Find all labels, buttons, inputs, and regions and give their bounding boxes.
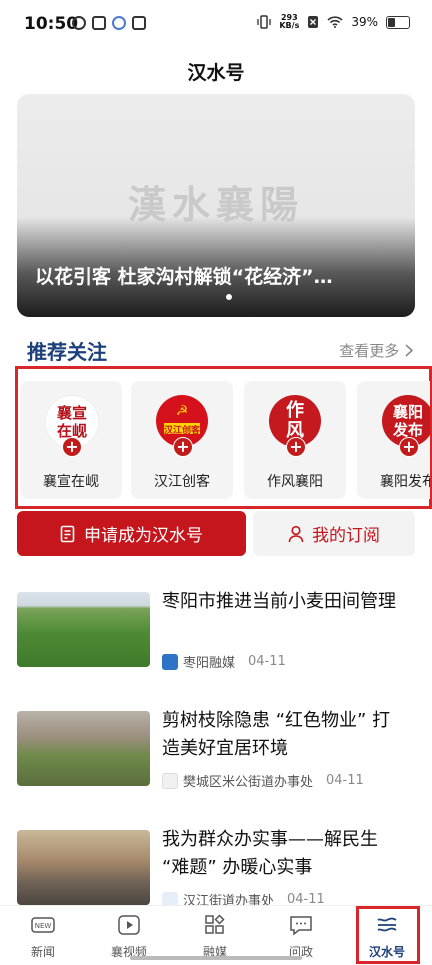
user-icon [288, 525, 304, 542]
follow-plus-icon[interactable]: + [286, 437, 306, 457]
battery-percent: 39% [351, 15, 378, 29]
chevron-right-icon [405, 344, 414, 357]
news-title: 我为群众办实事——解民生 “难题” 办暖心实事 [162, 829, 378, 878]
hero-banner[interactable]: 漢水襄陽 以花引客 杜家沟村解锁“花经济”… [17, 94, 415, 317]
no-sim-icon [308, 16, 319, 28]
app-notification-icon [132, 16, 146, 30]
wifi-icon [327, 16, 343, 28]
news-thumbnail [17, 830, 150, 905]
edit-document-icon [60, 525, 75, 542]
news-thumbnail [17, 592, 150, 667]
account-name: 襄阳发布 [380, 474, 430, 490]
home-indicator[interactable] [130, 956, 302, 960]
battery-icon [386, 15, 410, 29]
status-bar: 10:50 293 KB/s 39% [0, 0, 432, 50]
news-title: 枣阳市推进当前小麦田间管理 [162, 591, 396, 612]
account-name: 汉江创客 [154, 474, 210, 490]
follow-plus-icon[interactable]: + [173, 437, 193, 457]
avatar-text: 襄宣 在岘 [56, 404, 87, 440]
video-icon [118, 915, 140, 935]
account-card[interactable]: 襄宣 在岘 + 襄宣在岘 [20, 381, 122, 499]
news-title: 剪树枝除隐患 “红色物业” 打造美好宜居环境 [162, 710, 391, 759]
banner-title: 以花引客 杜家沟村解锁“花经济”… [35, 266, 333, 288]
my-subscriptions-button[interactable]: 我的订阅 [253, 511, 415, 556]
status-right: 293 KB/s 39% [257, 14, 410, 30]
grid-icon [205, 914, 225, 934]
net-speed-unit: KB/s [279, 21, 300, 30]
account-name: 襄宣在岘 [43, 474, 99, 490]
news-meta: 樊城区米公街道办事处 04-11 [162, 771, 364, 790]
news-item[interactable]: 枣阳市推进当前小麦田间管理 枣阳融媒 04-11 [17, 591, 415, 687]
source-logo-icon [162, 653, 178, 670]
recommend-carousel[interactable]: 襄宣 在岘 + 襄宣在岘 ☭ 汉江创客 + 汉江创客 作风 + 作风襄阳 襄阳 发布… [20, 381, 430, 499]
svg-text:☭: ☭ [176, 403, 189, 419]
notification-icons [72, 16, 146, 30]
account-name: 作风襄阳 [267, 474, 323, 490]
tab-video[interactable]: 襄视频 [94, 910, 164, 960]
apply-label: 申请成为汉水号 [84, 526, 203, 546]
news-item[interactable]: 剪树枝除隐患 “红色物业” 打造美好宜居环境 樊城区米公街道办事处 04-11 [17, 710, 415, 806]
status-time: 10:50 [24, 14, 79, 34]
tab-label: 新闻 [30, 945, 55, 959]
account-card[interactable]: ☭ 汉江创客 + 汉江创客 [131, 381, 233, 499]
follow-plus-icon[interactable]: + [62, 437, 82, 457]
view-more-link[interactable]: 查看更多 [339, 340, 414, 361]
app-notification-icon [92, 16, 106, 30]
message-icon [290, 916, 312, 936]
recommend-title: 推荐关注 [27, 340, 107, 364]
carousel-indicator[interactable] [226, 294, 232, 300]
view-more-label: 查看更多 [339, 342, 400, 360]
svg-text:NEW: NEW [35, 922, 52, 930]
banner-logo: 漢水襄陽 [127, 182, 304, 227]
news-thumbnail [17, 711, 150, 786]
highlight-box-tab [356, 906, 420, 964]
tab-media[interactable]: 融媒 [180, 910, 250, 960]
news-icon: NEW [31, 917, 55, 933]
apply-hanshui-button[interactable]: 申请成为汉水号 [17, 511, 246, 556]
avatar-text: 汉江创客 [163, 426, 200, 436]
news-meta: 枣阳融媒 04-11 [162, 652, 286, 671]
tab-news[interactable]: NEW 新闻 [8, 910, 78, 960]
news-source: 枣阳融媒 [183, 656, 236, 671]
avatar-text: 襄阳 发布 [392, 403, 423, 439]
follow-plus-icon[interactable]: + [399, 437, 419, 457]
source-logo-icon [162, 772, 178, 789]
news-date: 04-11 [326, 773, 364, 788]
app-notification-icon [72, 16, 86, 30]
tab-inquiry[interactable]: 问政 [266, 910, 336, 960]
news-source: 樊城区米公街道办事处 [183, 775, 314, 790]
app-notification-icon [112, 16, 126, 30]
subscriptions-label: 我的订阅 [312, 526, 380, 546]
news-date: 04-11 [248, 654, 286, 669]
vibrate-icon [257, 15, 271, 29]
account-card[interactable]: 襄阳 发布 + 襄阳发布 [357, 381, 430, 499]
page-title: 汉水号 [187, 62, 245, 84]
avatar-text: 作风 [286, 400, 304, 441]
account-card[interactable]: 作风 + 作风襄阳 [244, 381, 346, 499]
net-speed: 293 KB/s [279, 14, 299, 30]
